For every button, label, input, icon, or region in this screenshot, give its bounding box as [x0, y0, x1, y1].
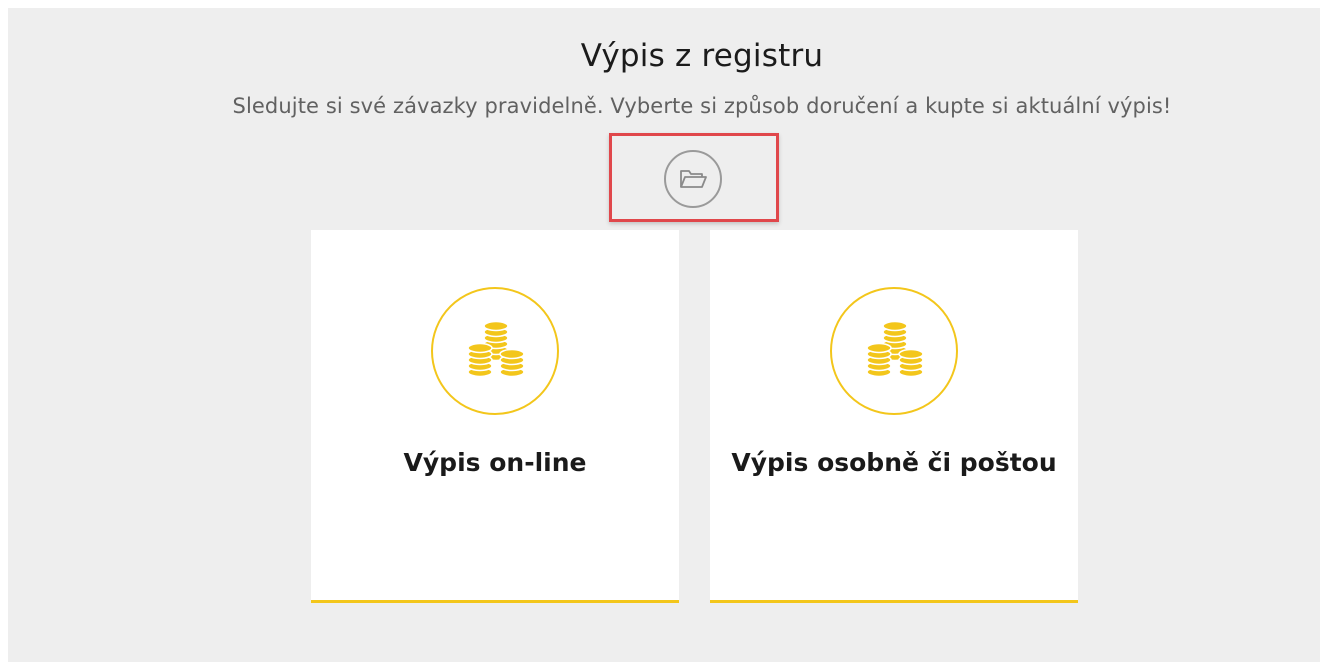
highlight-box [609, 133, 779, 222]
option-label: Výpis on-line [403, 448, 587, 477]
coin-circle [830, 287, 958, 415]
coin-circle [431, 287, 559, 415]
option-label: Výpis osobně či poštou [731, 448, 1057, 477]
option-card-personal-or-post[interactable]: Výpis osobně či poštou [710, 230, 1078, 603]
coins-icon [866, 320, 924, 378]
page-title: Výpis z registru [580, 38, 824, 74]
option-card-online[interactable]: Výpis on-line [311, 230, 679, 603]
page-subtitle: Sledujte si své závazky pravidelně. Vybe… [232, 94, 1172, 118]
coins-icon [467, 320, 525, 378]
